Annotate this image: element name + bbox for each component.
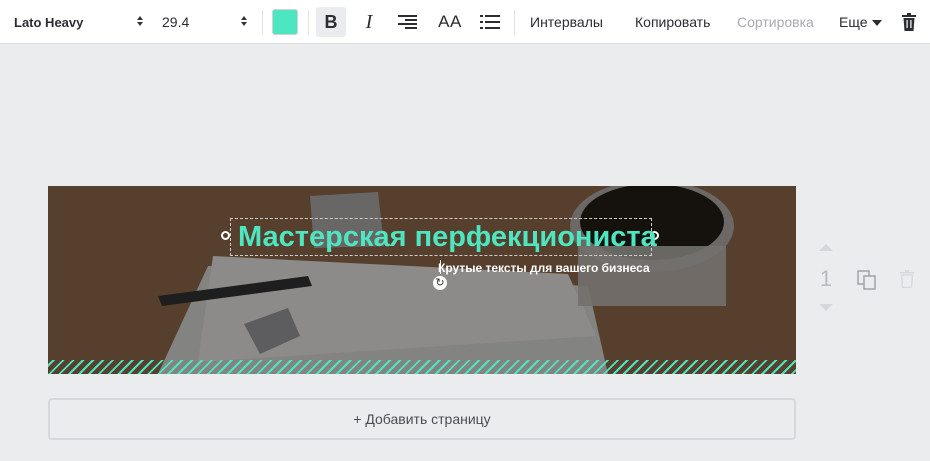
updown-icon: [136, 16, 144, 28]
move-page-down-icon[interactable]: [819, 304, 833, 311]
move-page-up-icon[interactable]: [819, 244, 833, 251]
toolbar-divider: [514, 10, 515, 34]
italic-icon: I: [365, 10, 373, 33]
add-page-button[interactable]: + Добавить страницу: [48, 398, 796, 440]
toolbar-divider: [262, 10, 263, 34]
spacing-button[interactable]: Интервалы: [530, 0, 603, 44]
font-size-value: 29.4: [162, 14, 190, 30]
more-dropdown[interactable]: Еще: [839, 0, 882, 44]
bold-icon: B: [324, 11, 338, 32]
more-label: Еще: [839, 14, 868, 30]
align-button[interactable]: [393, 7, 423, 37]
duplicate-page-icon[interactable]: [857, 270, 877, 290]
font-size-dropdown[interactable]: 29.4: [162, 0, 248, 44]
toolbar-divider: [308, 10, 309, 34]
font-family-value: Lato Heavy: [14, 14, 84, 30]
page-number: 1: [819, 266, 833, 291]
bold-button[interactable]: B: [316, 7, 346, 37]
arrange-button[interactable]: Сортировка: [737, 0, 814, 44]
subheading-text[interactable]: Крутые тексты для вашего бизнеса: [438, 261, 650, 275]
list-button[interactable]: [475, 7, 505, 37]
background-photo: [48, 186, 796, 374]
delete-page-icon[interactable]: [899, 270, 915, 288]
text-color-button[interactable]: [272, 9, 298, 35]
align-right-icon: [398, 15, 417, 29]
decorative-stripe-border: [48, 360, 796, 374]
uppercase-button[interactable]: AA: [434, 7, 466, 37]
font-family-dropdown[interactable]: Lato Heavy: [14, 0, 144, 44]
resize-handle-left[interactable]: [221, 231, 230, 240]
rotate-icon[interactable]: ↻: [433, 276, 447, 290]
italic-button[interactable]: I: [354, 7, 384, 37]
list-icon: [480, 15, 500, 29]
trash-icon: [902, 13, 916, 31]
copy-button[interactable]: Копировать: [635, 0, 710, 44]
design-page[interactable]: Мастерская перфекциониста Крутые тексты …: [48, 186, 796, 374]
delete-element-button[interactable]: [894, 7, 924, 37]
heading-text[interactable]: Мастерская перфекциониста: [238, 219, 657, 255]
text-toolbar: Lato Heavy 29.4 B I AA Интервалы Копиров…: [0, 0, 930, 44]
caret-down-icon: [871, 20, 882, 26]
updown-icon: [240, 16, 248, 28]
add-page-label: + Добавить страницу: [353, 411, 491, 427]
letter-case-icon: AA: [438, 12, 462, 31]
